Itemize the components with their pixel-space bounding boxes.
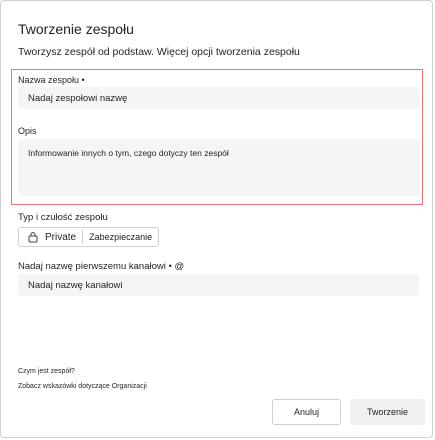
lock-icon bbox=[28, 232, 38, 243]
create-team-dialog: Tworzenie zespołu Tworzysz zespół od pod… bbox=[0, 0, 433, 438]
privacy-value: Private bbox=[45, 231, 77, 243]
description-placeholder: Informowanie innych o tym, czego dotyczy… bbox=[28, 148, 229, 158]
divider bbox=[82, 230, 84, 244]
type-sensitivity-control: Private Zabezpieczanie bbox=[18, 227, 160, 247]
first-channel-placeholder: Nadaj nazwę kanałowi bbox=[28, 280, 123, 291]
first-channel-label: Nadaj nazwę pierwszemu kanałowi • @ bbox=[18, 261, 185, 272]
description-label: Opis bbox=[18, 126, 37, 136]
dialog-title: Tworzenie zespołu bbox=[18, 21, 134, 37]
type-sensitivity-label: Typ i czułość zespołu bbox=[18, 212, 108, 223]
cancel-button[interactable]: Anuluj bbox=[272, 399, 341, 425]
create-button[interactable]: Tworzenie bbox=[350, 399, 425, 425]
sensitivity-value[interactable]: Zabezpieczanie bbox=[89, 232, 152, 242]
team-name-input[interactable]: Nadaj zespołowi nazwę bbox=[18, 87, 419, 109]
team-name-label: Nazwa zespołu • bbox=[18, 75, 85, 85]
team-name-placeholder: Nadaj zespołowi nazwę bbox=[28, 93, 128, 104]
org-guidelines-link[interactable]: Zobacz wskazówki dotyczące Organizacji bbox=[18, 383, 147, 390]
what-is-team-link[interactable]: Czym jest zespół? bbox=[18, 368, 75, 375]
first-channel-input[interactable]: Nadaj nazwę kanałowi bbox=[18, 274, 419, 296]
privacy-selector[interactable]: Private Zabezpieczanie bbox=[18, 227, 160, 247]
description-textarea[interactable]: Informowanie innych o tym, czego dotyczy… bbox=[18, 139, 419, 196]
dialog-subtitle: Tworzysz zespół od podstaw. Więcej opcji… bbox=[18, 46, 300, 58]
